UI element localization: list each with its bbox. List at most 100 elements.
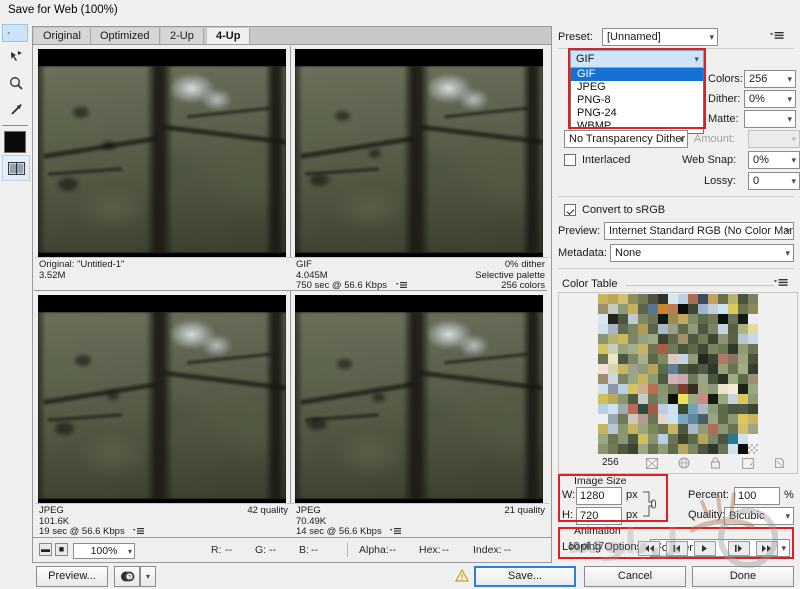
color-swatch[interactable]	[658, 304, 668, 314]
color-swatch[interactable]	[728, 444, 738, 454]
browser-preview-icon[interactable]: ?	[114, 566, 140, 587]
color-swatch[interactable]	[618, 324, 628, 334]
color-swatch[interactable]	[668, 364, 678, 374]
color-swatch[interactable]	[658, 424, 668, 434]
color-swatch[interactable]	[748, 424, 758, 434]
color-swatch[interactable]	[608, 434, 618, 444]
color-swatch[interactable]	[748, 324, 758, 334]
preset-select[interactable]: [Unnamed] ▾	[602, 28, 718, 46]
color-swatch[interactable]	[598, 364, 608, 374]
color-swatch[interactable]	[648, 324, 658, 334]
tab-original[interactable]: Original	[34, 28, 91, 44]
color-swatch[interactable]	[748, 334, 758, 344]
color-swatch[interactable]	[628, 444, 638, 454]
dither-select[interactable]: 0% ▾	[744, 90, 796, 108]
color-swatch[interactable]	[638, 294, 648, 304]
new-color-icon[interactable]	[740, 456, 755, 470]
color-swatch[interactable]	[718, 314, 728, 324]
color-swatch[interactable]	[748, 344, 758, 354]
color-swatch[interactable]	[728, 324, 738, 334]
color-swatch[interactable]	[678, 344, 688, 354]
previous-frame-button[interactable]	[666, 541, 688, 556]
color-swatch[interactable]	[748, 444, 758, 454]
color-swatch[interactable]	[718, 394, 728, 404]
color-swatch[interactable]	[668, 374, 678, 384]
color-swatch[interactable]	[638, 444, 648, 454]
color-swatch[interactable]	[698, 404, 708, 414]
color-swatch[interactable]	[678, 444, 688, 454]
color-swatch[interactable]	[648, 354, 658, 364]
color-swatch[interactable]	[708, 294, 718, 304]
format-option-png24[interactable]: PNG-24	[571, 107, 703, 120]
color-swatch[interactable]	[628, 374, 638, 384]
color-swatch[interactable]	[648, 374, 658, 384]
map-to-transparent-icon[interactable]	[644, 456, 659, 470]
color-swatch[interactable]	[608, 344, 618, 354]
color-swatch[interactable]	[668, 384, 678, 394]
color-swatch[interactable]	[688, 404, 698, 414]
color-swatch[interactable]	[748, 314, 758, 324]
color-swatch[interactable]	[668, 394, 678, 404]
preview-button[interactable]: Preview...	[36, 566, 108, 587]
color-swatch[interactable]	[658, 324, 668, 334]
color-swatch[interactable]	[628, 354, 638, 364]
color-swatch[interactable]	[708, 444, 718, 454]
constrain-proportions-icon[interactable]	[642, 490, 656, 521]
zoom-in-button[interactable]: ■	[55, 543, 68, 556]
color-swatch[interactable]	[698, 294, 708, 304]
color-swatch[interactable]	[738, 424, 748, 434]
color-swatch[interactable]	[728, 314, 738, 324]
lossy-select[interactable]: 0 ▾	[748, 172, 800, 190]
color-swatch[interactable]	[718, 444, 728, 454]
first-frame-button[interactable]	[638, 541, 660, 556]
color-swatch[interactable]	[618, 444, 628, 454]
color-swatch[interactable]	[628, 434, 638, 444]
color-swatch[interactable]	[738, 344, 748, 354]
color-swatch[interactable]	[598, 444, 608, 454]
color-swatch[interactable]	[678, 434, 688, 444]
color-swatch[interactable]	[678, 314, 688, 324]
format-option-gif[interactable]: GIF	[571, 68, 703, 81]
color-swatch[interactable]	[698, 414, 708, 424]
format-option-jpeg[interactable]: JPEG	[571, 81, 703, 94]
color-swatch[interactable]	[628, 324, 638, 334]
color-swatch[interactable]	[658, 314, 668, 324]
color-swatch[interactable]	[618, 334, 628, 344]
color-swatch[interactable]	[738, 404, 748, 414]
color-swatch[interactable]	[618, 344, 628, 354]
preview-cell-original[interactable]: Original: "Untitled-1" 3.52M	[34, 46, 290, 291]
zoom-out-button[interactable]: ▬	[39, 543, 52, 556]
browser-select-chevron-icon[interactable]: ▾	[140, 566, 156, 587]
color-swatch[interactable]	[708, 424, 718, 434]
color-swatch[interactable]	[708, 354, 718, 364]
color-swatch[interactable]	[738, 334, 748, 344]
last-frame-button[interactable]	[756, 541, 778, 556]
color-swatch[interactable]	[698, 374, 708, 384]
color-swatch[interactable]	[678, 364, 688, 374]
color-swatch[interactable]	[748, 384, 758, 394]
color-swatch[interactable]	[638, 424, 648, 434]
color-swatch[interactable]	[618, 304, 628, 314]
color-swatch[interactable]	[698, 394, 708, 404]
color-swatch[interactable]	[698, 424, 708, 434]
color-swatch[interactable]	[708, 374, 718, 384]
color-swatch[interactable]	[678, 414, 688, 424]
color-swatch[interactable]	[748, 394, 758, 404]
color-swatch[interactable]	[618, 354, 628, 364]
color-swatch[interactable]	[718, 414, 728, 424]
color-swatch[interactable]	[598, 294, 608, 304]
color-swatch[interactable]	[658, 354, 668, 364]
color-swatch[interactable]	[658, 334, 668, 344]
color-swatch[interactable]	[728, 344, 738, 354]
color-swatch[interactable]	[598, 314, 608, 324]
color-swatch[interactable]	[738, 364, 748, 374]
color-swatch[interactable]	[668, 314, 678, 324]
color-swatch[interactable]	[718, 434, 728, 444]
color-swatch[interactable]	[608, 424, 618, 434]
color-swatch[interactable]	[598, 324, 608, 334]
format-select[interactable]: GIF ▾ GIF JPEG PNG-8 PNG-24 WBMP	[570, 50, 704, 134]
websnap-select[interactable]: 0% ▾	[748, 151, 800, 169]
color-swatch[interactable]	[668, 444, 678, 454]
color-swatch[interactable]	[718, 404, 728, 414]
foreground-color-swatch[interactable]	[2, 129, 28, 155]
